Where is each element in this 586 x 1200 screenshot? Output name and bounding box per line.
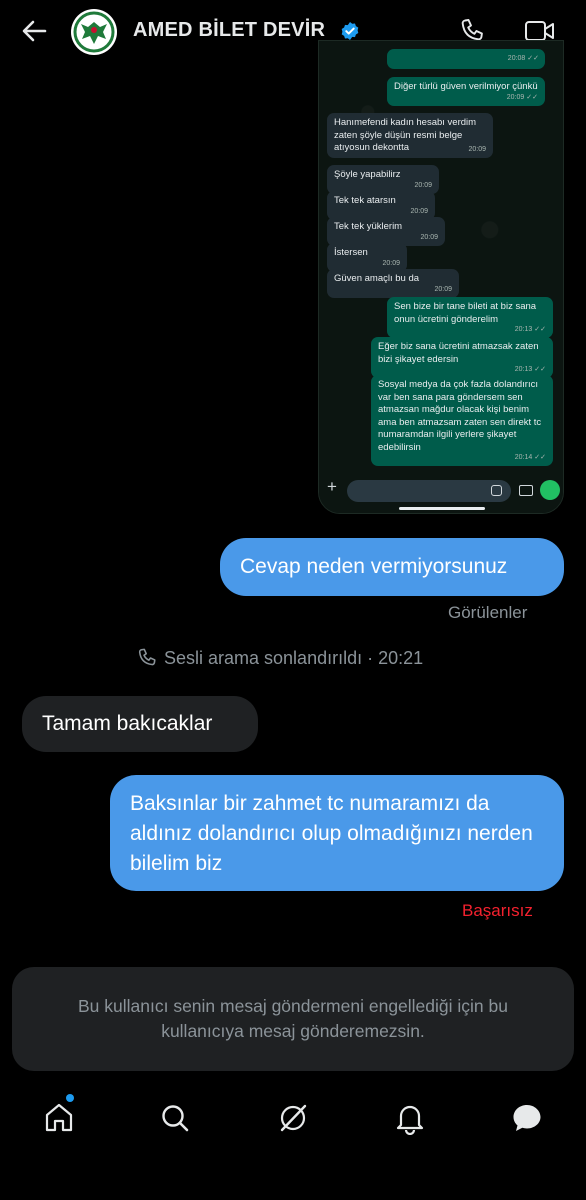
- wa-message: Tek tek atarsın 20:09: [327, 191, 435, 220]
- wa-message: 20:08 ✓✓: [387, 49, 545, 69]
- wa-message: Sen bize bir tane bileti at biz sana onu…: [387, 297, 553, 338]
- wa-sticker-icon: [491, 485, 502, 496]
- call-event-text: Sesli arama sonlandırıldı · 20:21: [164, 647, 424, 668]
- messages-icon[interactable]: [510, 1101, 544, 1135]
- wa-message: Şöyle yapabilirz 20:09: [327, 165, 439, 194]
- verified-badge-icon: [341, 22, 359, 40]
- back-arrow-icon[interactable]: [20, 17, 48, 45]
- grok-icon[interactable]: [276, 1101, 310, 1135]
- phone-icon: [138, 648, 156, 666]
- wa-message: Diğer türlü güven verilmiyor çünkü 20:09…: [387, 77, 545, 106]
- contact-name[interactable]: AMED BİLET DEVİR: [133, 19, 325, 42]
- amed-logo-icon: [72, 10, 116, 54]
- message-text: Baksınlar bir zahmet tc numaramızı da al…: [130, 792, 533, 875]
- wa-mic-icon: [540, 480, 560, 500]
- wa-message: Güven amaçlı bu da 20:09: [327, 269, 459, 298]
- blocked-notice: Bu kullanıcı senin mesaj göndermeni enge…: [12, 967, 574, 1071]
- wa-message: Eğer biz sana ücretini atmazsak zaten bi…: [371, 337, 553, 378]
- wa-message: Tek tek yüklerim 20:09: [327, 217, 445, 246]
- notification-dot: [66, 1094, 74, 1102]
- avatar[interactable]: [71, 9, 117, 55]
- message-bubble-outgoing[interactable]: Baksınlar bir zahmet tc numaramızı da al…: [110, 775, 564, 891]
- search-icon[interactable]: [158, 1101, 192, 1135]
- home-icon[interactable]: [42, 1101, 76, 1135]
- message-text: Tamam bakıcaklar: [42, 712, 213, 735]
- failed-status[interactable]: Başarısız: [462, 901, 533, 921]
- message-bubble-incoming[interactable]: Tamam bakıcaklar: [22, 696, 258, 752]
- wa-message: Sosyal medya da çok fazla dolandırıcı va…: [371, 375, 553, 466]
- seen-status: Görülenler: [448, 603, 528, 622]
- wa-text-field: [347, 480, 511, 502]
- message-text: Cevap neden vermiyorsunuz: [240, 555, 508, 578]
- notifications-icon[interactable]: [393, 1101, 427, 1135]
- message-bubble-outgoing[interactable]: Cevap neden vermiyorsunuz: [220, 538, 564, 596]
- wa-plus-icon: +: [327, 477, 337, 496]
- wa-message: İstersen 20:09: [327, 243, 407, 272]
- shared-screenshot-image[interactable]: 20:08 ✓✓ Diğer türlü güven verilmiyor çü…: [318, 40, 564, 514]
- wa-message: Hanımefendi kadın hesabı verdim zaten şö…: [327, 113, 493, 158]
- call-event: Sesli arama sonlandırıldı · 20:21: [136, 647, 423, 669]
- bottom-nav: [0, 1085, 586, 1149]
- wa-home-indicator: [399, 507, 485, 510]
- blocked-notice-text: Bu kullanıcı senin mesaj göndermeni enge…: [78, 996, 508, 1041]
- wa-camera-icon: [519, 485, 533, 496]
